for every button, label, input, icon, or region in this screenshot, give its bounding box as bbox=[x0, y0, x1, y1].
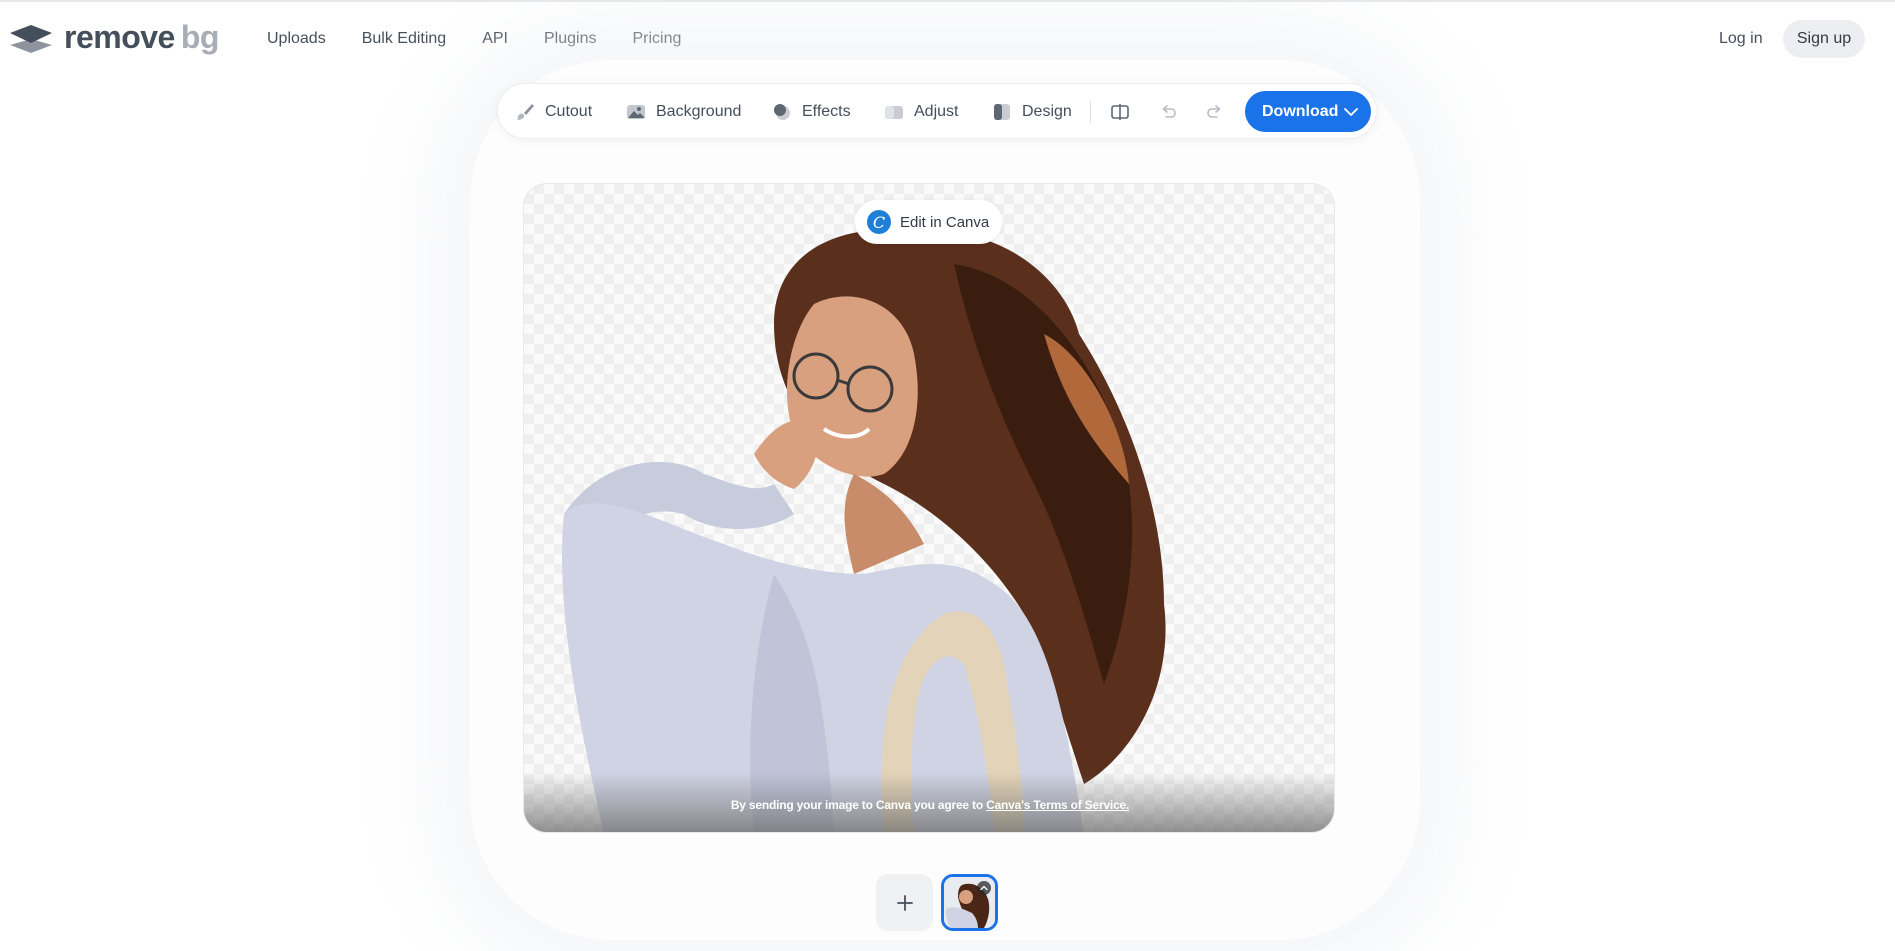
tool-background-label: Background bbox=[656, 103, 742, 120]
tool-cutout[interactable]: Cutout bbox=[515, 101, 592, 123]
logo-word-bg: bg bbox=[180, 19, 220, 55]
tool-cutout-label: Cutout bbox=[545, 103, 593, 120]
nav-pricing[interactable]: Pricing bbox=[632, 28, 681, 50]
tool-background[interactable]: Background bbox=[626, 101, 741, 123]
brush-icon bbox=[517, 104, 534, 120]
image-icon bbox=[627, 105, 645, 119]
redo-button[interactable] bbox=[1203, 100, 1227, 124]
chevron-up-icon bbox=[977, 881, 991, 895]
terms-link[interactable]: Canva's Terms of Service. bbox=[986, 798, 1129, 812]
compare-button[interactable] bbox=[1108, 100, 1132, 124]
login-link[interactable]: Log in bbox=[1719, 28, 1763, 50]
nav-uploads[interactable]: Uploads bbox=[267, 28, 326, 50]
logo-word-remove: remove bbox=[64, 19, 175, 55]
nav-plugins[interactable]: Plugins bbox=[544, 28, 596, 50]
undo-button[interactable] bbox=[1156, 100, 1180, 124]
add-image-button[interactable] bbox=[876, 874, 933, 931]
edit-in-canva-label: Edit in Canva bbox=[900, 213, 990, 231]
image-thumbnail[interactable] bbox=[941, 874, 998, 931]
canva-logo-icon: C bbox=[867, 210, 891, 234]
effects-icon bbox=[774, 104, 790, 120]
design-icon bbox=[994, 104, 1010, 120]
layers-logo-icon bbox=[10, 25, 52, 53]
compare-icon bbox=[1111, 104, 1129, 120]
tool-effects[interactable]: Effects bbox=[772, 101, 851, 123]
toolbar-divider bbox=[1090, 101, 1091, 123]
signup-button[interactable]: Sign up bbox=[1783, 20, 1865, 58]
edit-in-canva-button[interactable]: C Edit in Canva bbox=[855, 200, 1002, 244]
tool-design[interactable]: Design bbox=[992, 101, 1072, 123]
download-button[interactable]: Download bbox=[1245, 91, 1371, 132]
tool-adjust[interactable]: Adjust bbox=[884, 101, 958, 123]
cutout-portrait-image bbox=[562, 229, 1166, 832]
logo-text: remove bg bbox=[64, 19, 219, 55]
tool-design-label: Design bbox=[1022, 103, 1072, 120]
redo-icon bbox=[1207, 105, 1221, 118]
image-preview-card: By sending your image to Canva you agree… bbox=[523, 183, 1335, 833]
adjust-icon bbox=[885, 106, 903, 119]
plus-icon bbox=[896, 894, 913, 911]
download-label: Download bbox=[1262, 102, 1339, 120]
nav-api[interactable]: API bbox=[482, 28, 508, 50]
undo-icon bbox=[1162, 105, 1176, 118]
editor-toolbar: Cutout Background Effects Adjust Design bbox=[497, 83, 1377, 139]
tool-adjust-label: Adjust bbox=[914, 103, 959, 120]
tool-effects-label: Effects bbox=[802, 103, 851, 120]
logo[interactable]: remove bg bbox=[8, 19, 219, 55]
nav-bulk-editing[interactable]: Bulk Editing bbox=[362, 28, 447, 50]
main-nav: Uploads Bulk Editing API Plugins Pricing bbox=[267, 28, 717, 50]
terms-text: By sending your image to Canva you agree… bbox=[730, 798, 983, 812]
canva-terms-notice: By sending your image to Canva you agree… bbox=[524, 798, 1334, 812]
chevron-down-icon bbox=[1344, 108, 1358, 116]
